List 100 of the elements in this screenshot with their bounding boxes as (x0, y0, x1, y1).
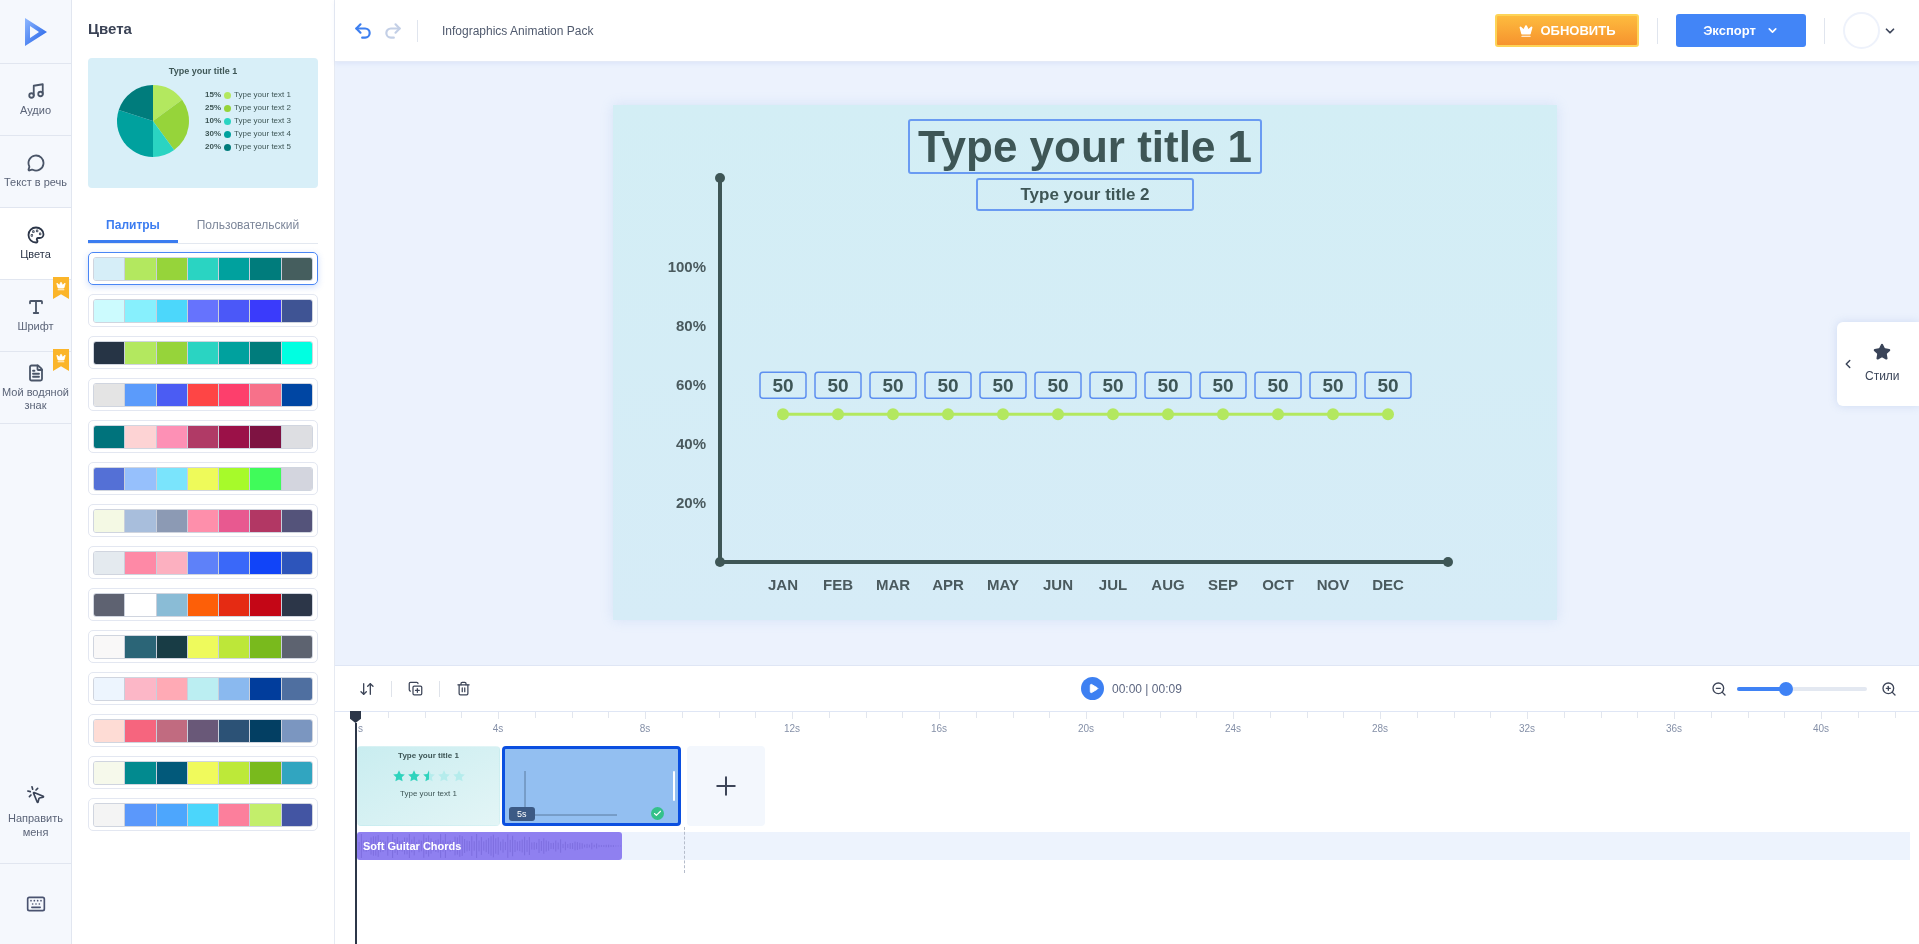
y-tick-label: 80% (675, 316, 706, 334)
data-point (777, 408, 789, 421)
undo-icon[interactable] (353, 20, 373, 41)
x-tick-label: JUL (1098, 576, 1128, 593)
ruler-label: s (358, 722, 363, 736)
legend-percent: 10% (205, 116, 222, 126)
tab[interactable]: Палитры (88, 210, 178, 243)
slide-subtitle[interactable]: Type your title 2 (976, 178, 1194, 211)
data-point (1107, 408, 1119, 421)
scene-clip[interactable]: 5s (502, 746, 681, 826)
sidebar-item[interactable]: Шрифт (0, 280, 71, 352)
data-label[interactable]: 50 (979, 371, 1027, 400)
play-button[interactable] (1081, 677, 1104, 700)
data-label: 50 (772, 375, 794, 397)
time-display: 00:00 | 00:09 (1112, 680, 1182, 698)
data-label: 50 (937, 375, 959, 397)
data-label[interactable]: 50 (1034, 371, 1082, 400)
audio-title: Soft Guitar Chords (363, 838, 462, 854)
swap-icon[interactable] (359, 680, 375, 697)
y-tick-label: 40% (675, 434, 706, 452)
scene-clip[interactable]: Type your title 1 Type your text 1 (357, 746, 500, 826)
data-point (1217, 408, 1229, 421)
x-tick-label: OCT (1262, 576, 1294, 593)
data-label[interactable]: 50 (1144, 371, 1192, 400)
legend-percent: 20% (205, 142, 222, 152)
x-tick-label: JUN (1043, 576, 1073, 593)
data-label: 50 (827, 375, 849, 397)
data-point (1382, 408, 1394, 421)
star-icon (1873, 343, 1892, 361)
delete-icon[interactable] (456, 681, 471, 696)
check-icon (651, 807, 664, 820)
template-preview[interactable]: Type your title 1 15% Type your text 1 25% Type your text 2 10% Type your text 3 30% Type your text 4 20% Type your text 5 (88, 58, 318, 188)
data-label[interactable]: 50 (1089, 371, 1137, 400)
playhead[interactable] (350, 711, 361, 944)
data-label: 50 (882, 375, 904, 397)
audio-clip[interactable]: Soft Guitar Chords (357, 832, 622, 860)
data-label[interactable]: 50 (1199, 371, 1247, 400)
legend-percent: 30% (205, 129, 222, 139)
document-icon (26, 363, 45, 382)
legend-label: Type your text 2 (234, 103, 291, 113)
preview-title: Type your title 1 (168, 66, 238, 77)
data-label[interactable]: 50 (759, 371, 807, 400)
legend-label: Type your text 5 (234, 142, 291, 152)
ruler-label: 40s (1812, 722, 1830, 736)
data-label[interactable]: 50 (924, 371, 972, 400)
data-label: 50 (1267, 375, 1289, 397)
ruler-label: 24s (1224, 722, 1242, 736)
ruler-label: 8s (639, 722, 651, 736)
slider-thumb[interactable] (1778, 681, 1793, 696)
export-button[interactable]: Экспорт (1676, 14, 1806, 47)
sidebar-item[interactable]: Мой водяной знак (0, 352, 71, 424)
ruler-label: 4s (492, 722, 504, 736)
clip-caption: Type your text 1 (400, 789, 457, 799)
duration-badge: 5s (509, 807, 535, 821)
keyboard-icon[interactable] (25, 894, 46, 914)
legend-label: Type your text 3 (234, 116, 291, 126)
data-label: 50 (1322, 375, 1344, 397)
zoom-out-icon[interactable] (1711, 680, 1727, 697)
panel-title: Цвета (88, 19, 133, 39)
data-point (942, 408, 954, 421)
legend-label: Type your text 1 (234, 90, 291, 100)
speech-bubble-icon (26, 154, 45, 172)
ruler-label: 36s (1665, 722, 1683, 736)
pointer-click-icon (25, 784, 46, 805)
palette-icon (26, 226, 45, 244)
y-tick-label: 20% (675, 493, 706, 511)
zoom-in-icon[interactable] (1881, 680, 1897, 697)
sidebar-item[interactable]: Направить меня (0, 760, 71, 864)
letter-t-icon (26, 298, 45, 316)
sidebar-item[interactable]: Цвета (0, 208, 71, 280)
data-label[interactable]: 50 (869, 371, 917, 400)
legend-label: Type your text 4 (234, 129, 291, 139)
music-note-icon (26, 82, 45, 100)
ruler-label: 32s (1518, 722, 1536, 736)
legend-percent: 15% (205, 90, 222, 100)
slide-title[interactable]: Type your title 1 (907, 119, 1263, 174)
zoom-slider[interactable] (1737, 681, 1867, 696)
logo-icon (22, 15, 49, 48)
data-label: 50 (1377, 375, 1399, 397)
resize-handle[interactable] (673, 771, 675, 801)
data-label[interactable]: 50 (814, 371, 862, 400)
duplicate-icon[interactable] (408, 681, 423, 696)
slide[interactable]: 20% 40% 60% 80% 100% JAN FEB MAR APR MAY JUN JUL AUG SEP OCT NOV DEC 50 50 50 50 50 50 50 50 50 50 50 50 Type your title 1 Type your title 2 (613, 105, 1557, 620)
styles-label: Стили (1865, 368, 1900, 385)
data-label[interactable]: 50 (1309, 371, 1357, 400)
palette-option[interactable] (88, 252, 318, 285)
y-tick-label: 60% (675, 375, 706, 393)
data-label[interactable]: 50 (1254, 371, 1302, 400)
data-label: 50 (1212, 375, 1234, 397)
x-tick-label: APR (932, 576, 964, 593)
data-point (997, 408, 1009, 421)
play-icon (1088, 683, 1099, 694)
crown-icon (1518, 23, 1533, 38)
data-label[interactable]: 50 (1364, 371, 1412, 400)
styles-tab[interactable]: Стили (1837, 322, 1919, 406)
tab[interactable]: Пользовательский (178, 210, 318, 243)
data-point (832, 408, 844, 421)
x-tick-label: NOV (1316, 576, 1350, 593)
x-tick-label: FEB (823, 576, 853, 593)
data-point (1327, 408, 1339, 421)
